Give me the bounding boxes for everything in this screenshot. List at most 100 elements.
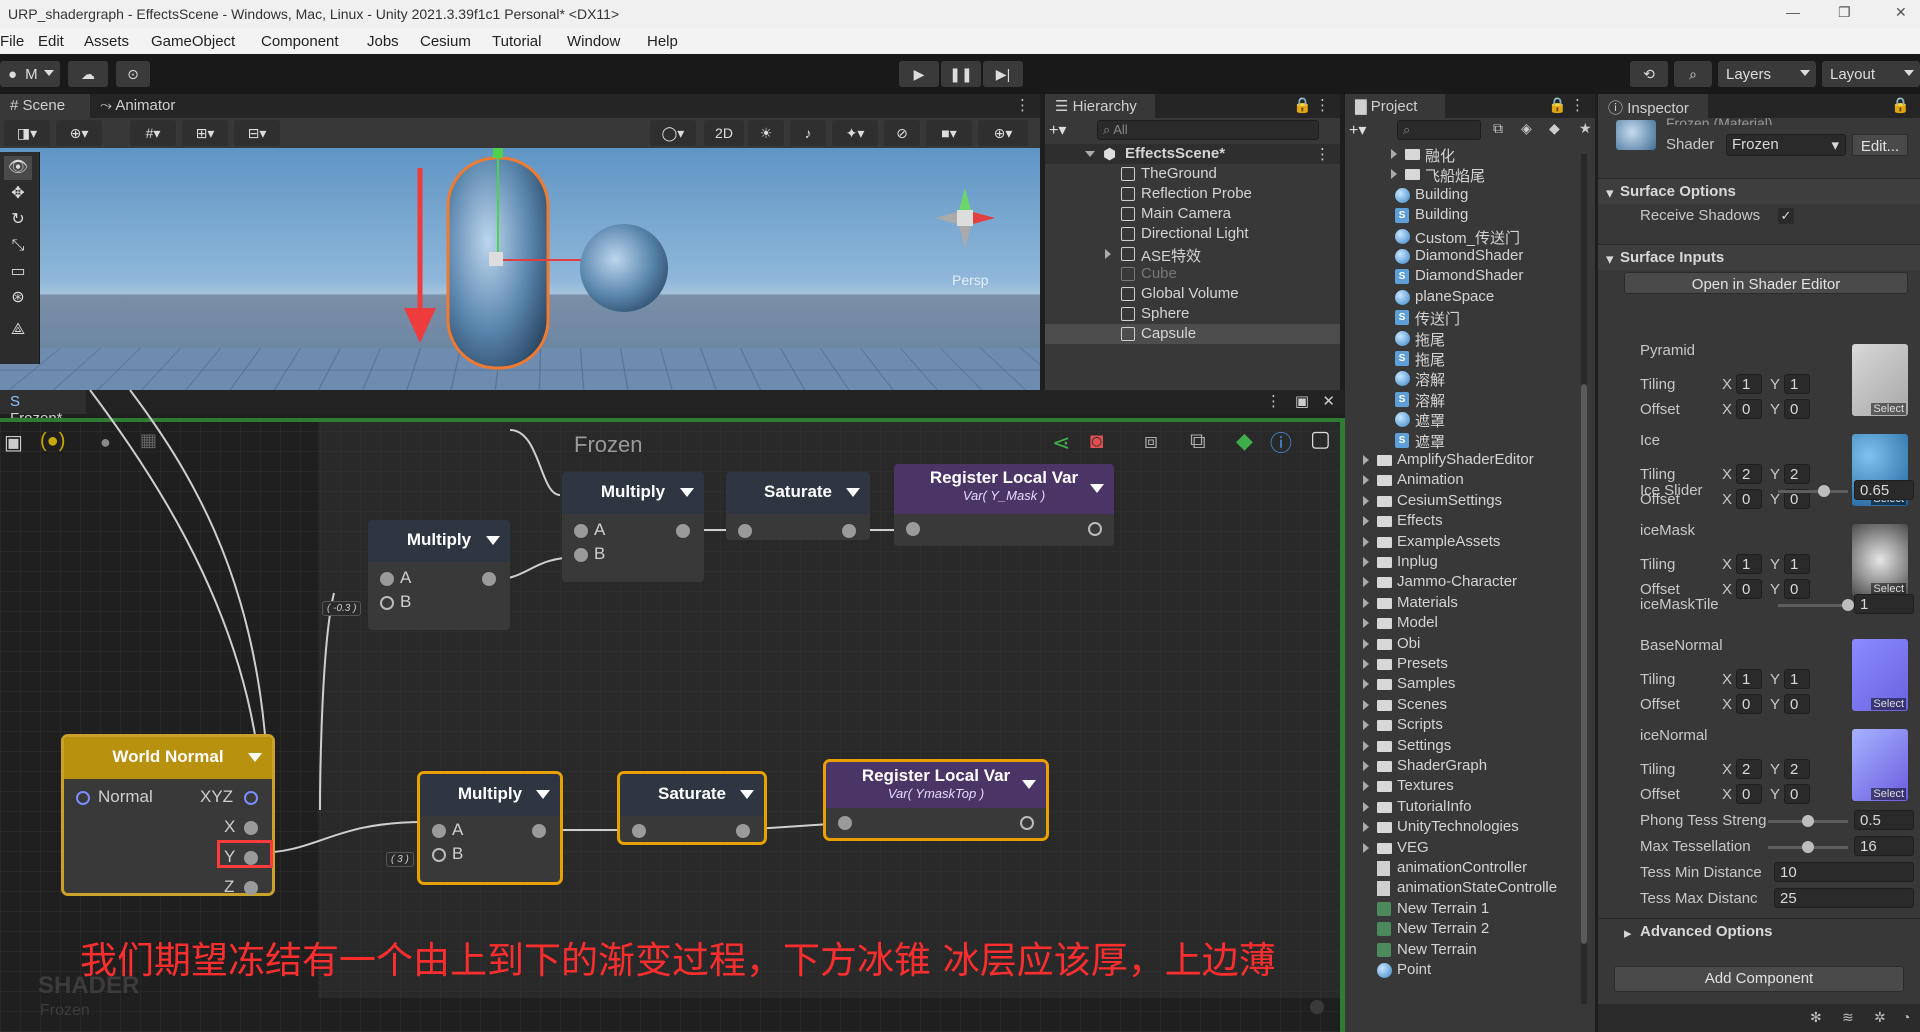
node-header[interactable]: Multiply [420,774,560,816]
scale-tool-icon[interactable]: ⤡ [4,234,32,258]
lighting-icon[interactable]: ☀ [748,120,784,146]
ice-mask-tile-track[interactable] [1778,604,1848,607]
texture-thumbnail[interactable]: Select [1852,524,1908,596]
hierarchy-item[interactable]: Sphere [1045,304,1340,324]
project-item[interactable]: 飞船焰尾 [1345,164,1585,184]
texture-thumbnail[interactable]: Select [1852,639,1908,711]
offset-x-field[interactable]: 0 [1736,784,1762,804]
project-item[interactable]: ExampleAssets [1345,532,1585,552]
expand-icon[interactable] [1363,781,1369,792]
stack-icon[interactable]: ≋ [1842,1009,1854,1026]
project-item[interactable]: ShaderGraph [1345,756,1585,776]
offset-y-field[interactable]: 0 [1784,694,1810,714]
effects-icon[interactable]: ✦▾ [832,120,878,146]
ice-mask-tile-value[interactable]: 1 [1854,594,1914,614]
filter-type-icon[interactable]: ⧉ [1493,120,1503,137]
rect-tool-icon[interactable]: ▭ [4,260,32,284]
project-item[interactable]: New Terrain [1345,940,1585,960]
edit-shader-button[interactable]: Edit... [1852,134,1908,156]
ice-slider-track[interactable] [1778,490,1848,493]
expand-icon[interactable] [1363,659,1369,669]
project-item[interactable]: Model [1345,613,1585,633]
project-item[interactable]: S 拖尾 [1345,348,1585,368]
project-item[interactable]: Textures [1345,776,1585,796]
project-item[interactable]: New Terrain 2 [1345,919,1585,939]
multiply-node-bottom[interactable]: Multiply A B [417,771,563,885]
chevron-down-icon[interactable] [248,753,262,762]
hierarchy-item[interactable]: Reflection Probe [1045,184,1340,204]
project-item[interactable]: Custom_传送门 [1345,226,1585,246]
more-icon[interactable]: ⋮ [1015,96,1030,114]
globe-icon[interactable]: ⊕▾ [56,120,102,146]
input-port-b[interactable] [432,848,446,862]
input-port-a[interactable] [380,572,394,586]
expand-icon[interactable] [1363,822,1369,833]
project-item[interactable]: New Terrain 1 [1345,899,1585,919]
chevron-down-icon[interactable] [1022,780,1036,789]
project-item[interactable]: Effects [1345,511,1585,531]
audio-icon[interactable]: ♪ [790,120,826,146]
input-port-normal[interactable] [76,791,90,805]
tab-project[interactable]: ▇ Project [1345,94,1445,118]
output-port[interactable] [676,524,690,538]
shader-dropdown[interactable]: Frozen ▾ [1726,134,1846,156]
node-header[interactable]: Register Local Var Var( Y_Mask ) [894,464,1114,514]
tiling-y-field[interactable]: 2 [1784,464,1810,484]
project-item[interactable]: 遮罩 [1345,409,1585,429]
menu-cesium[interactable]: Cesium [420,33,471,50]
cloud-icon[interactable]: ☁ [68,61,108,87]
menu-assets[interactable]: Assets [84,33,129,50]
expand-icon[interactable] [1085,151,1095,157]
input-port-a[interactable] [432,824,446,838]
filter-label-icon[interactable]: ◈ [1521,120,1532,137]
project-item[interactable]: planeSpace [1345,287,1585,307]
expand-icon[interactable] [1363,495,1369,506]
draw-mode-icon[interactable]: ◨▾ [4,120,50,146]
world-normal-node[interactable]: World Normal Normal XYZ X Y Z [61,734,275,896]
register-local-var-node-top[interactable]: Register Local Var Var( Y_Mask ) [894,464,1114,546]
saturate-node-bottom[interactable]: Saturate [617,771,767,845]
node-header[interactable]: World Normal [64,737,272,779]
project-item[interactable]: Settings [1345,736,1585,756]
project-item[interactable]: Building [1345,185,1585,205]
hierarchy-item-selected[interactable]: Capsule [1045,324,1340,344]
step-button[interactable]: ▶| [983,61,1023,87]
gizmos-icon[interactable]: ⊕▾ [978,120,1028,146]
tiling-y-field[interactable]: 1 [1784,374,1810,394]
hierarchy-item[interactable]: Cube [1045,264,1340,284]
open-shader-editor-button[interactable]: Open in Shader Editor [1624,272,1908,294]
project-item[interactable]: Presets [1345,654,1585,674]
tiling-x-field[interactable]: 1 [1736,374,1762,394]
lock-icon[interactable]: 🔒 [1548,96,1567,114]
tab-animator[interactable]: ⤳ Animator [90,94,200,118]
expand-icon[interactable] [1363,679,1369,690]
menu-file[interactable]: File [0,33,24,50]
tab-scene[interactable]: # Scene [0,94,90,118]
tiling-y-field[interactable]: 1 [1784,669,1810,689]
ice-mask-tile-knob[interactable] [1842,599,1854,611]
project-item[interactable]: Scenes [1345,695,1585,715]
expand-icon[interactable] [1363,577,1369,588]
collab-icon[interactable]: ⊙ [116,61,150,87]
chevron-down-icon[interactable] [740,790,754,799]
default-value-chip[interactable]: ( 3 ) [386,852,414,867]
grid-icon[interactable]: ⊞▾ [182,120,228,146]
register-local-var-node-bottom[interactable]: Register Local Var Var( YmaskTop ) [823,759,1049,841]
input-port[interactable] [738,524,752,538]
transform-tool-icon[interactable]: ⊛ [4,286,32,310]
layers-dropdown[interactable]: Layers [1718,61,1816,87]
select-label[interactable]: Select [1871,788,1906,800]
project-item[interactable]: animationController [1345,858,1585,878]
expand-icon[interactable] [1363,761,1369,771]
chevron-down-icon[interactable] [846,488,860,497]
receive-shadows-checkbox[interactable]: ✓ [1778,208,1794,224]
output-port-xyz[interactable] [244,791,258,805]
expand-icon[interactable] [1363,842,1369,853]
visibility-icon[interactable]: ⊘ [884,120,920,146]
menu-gameobject[interactable]: GameObject [151,33,235,50]
saturate-node-top[interactable]: Saturate [726,472,870,540]
project-item[interactable]: AmplifyShaderEditor [1345,450,1585,470]
tiling-x-field[interactable]: 2 [1736,464,1762,484]
chevron-down-icon[interactable] [680,488,694,497]
expand-icon[interactable] [1363,638,1369,649]
